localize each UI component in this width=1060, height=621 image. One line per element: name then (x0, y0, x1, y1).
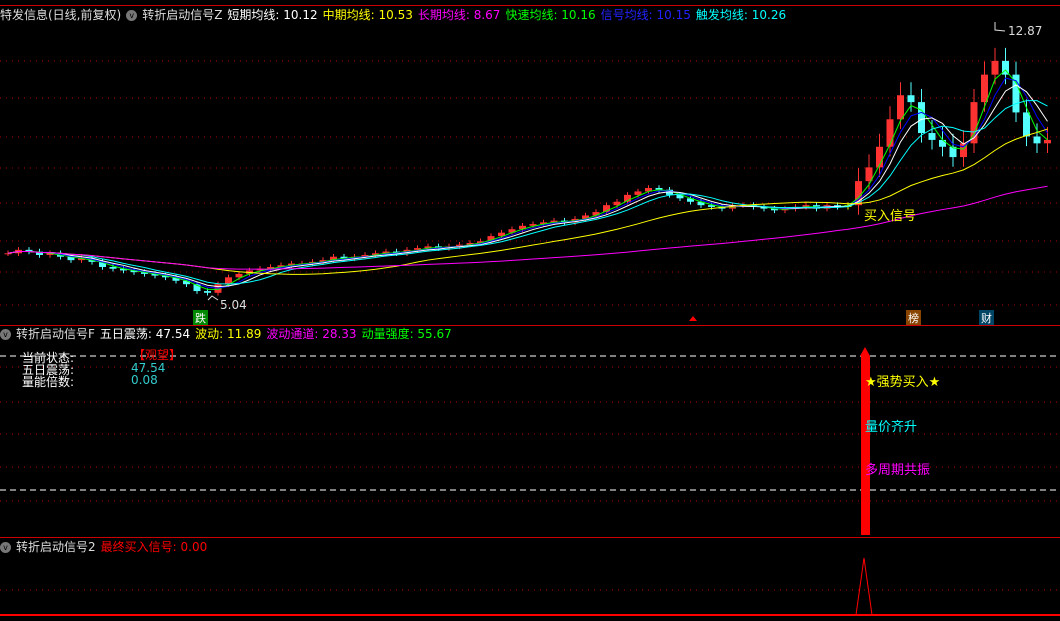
high-pointer-icon (994, 22, 1006, 32)
ma-line-4 (7, 77, 1048, 289)
candle (204, 291, 211, 293)
channel-value: 波动通道: 28.33 (266, 327, 357, 341)
osc-value: 五日震荡: 47.54 (99, 327, 191, 341)
momentum-value: 动量强度: 55.67 (361, 327, 452, 341)
indicator-menu-icon[interactable]: v (0, 329, 11, 340)
candle (886, 119, 894, 147)
indicator-menu-icon[interactable]: v (0, 542, 11, 553)
buy-signal-label: 买入信号 (864, 209, 917, 224)
volume-ratio-label: 量能倍数: (22, 375, 75, 389)
candle (981, 74, 988, 103)
strong-buy-label: ★强势买入★ (865, 375, 941, 390)
candle (634, 191, 642, 195)
tag-cai[interactable]: 财 (979, 310, 994, 326)
tag-die[interactable]: 跌 (193, 310, 208, 326)
up-arrow-icon (689, 316, 697, 321)
up-arrow-icon (860, 347, 870, 356)
candle (235, 273, 243, 278)
final-buy-value: 最终买入信号: 0.00 (100, 540, 208, 554)
panel2-header: v 转折启动信号F 五日震荡: 47.54 波动: 11.89 波动通道: 28.33 动… (0, 326, 457, 342)
indicator-name[interactable]: 转折启动信号2 (16, 540, 96, 554)
low-price-label: 5.04 (220, 298, 247, 312)
panel-divider (0, 537, 1060, 538)
high-price-label: 12.87 (1008, 24, 1043, 38)
candle (991, 60, 999, 75)
indicator-name[interactable]: 转折启动信号F (16, 327, 95, 341)
candle (918, 102, 925, 134)
candle (1044, 139, 1051, 144)
tag-bang[interactable]: 榜 (906, 310, 921, 326)
candle (109, 267, 117, 269)
candle (928, 133, 936, 140)
multi-cycle-label: 多周期共振 (865, 463, 931, 478)
final-signal-spike (855, 557, 873, 616)
wave-value: 波动: 11.89 (195, 327, 262, 341)
volume-ratio-value: 0.08 (131, 373, 158, 387)
candle (939, 139, 946, 147)
candle (907, 95, 915, 103)
candle (1023, 112, 1030, 137)
panel3-header: v 转折启动信号2 最终买入信号: 0.00 (0, 539, 212, 555)
low-pointer-icon (207, 295, 219, 301)
ma-line-3 (7, 69, 1048, 290)
price-chart[interactable] (0, 0, 1060, 325)
candle (897, 95, 904, 120)
volume-price-label: 量价齐升 (865, 420, 918, 435)
candle (4, 253, 12, 255)
candle (1033, 136, 1041, 144)
ma-line-5 (7, 84, 1048, 288)
